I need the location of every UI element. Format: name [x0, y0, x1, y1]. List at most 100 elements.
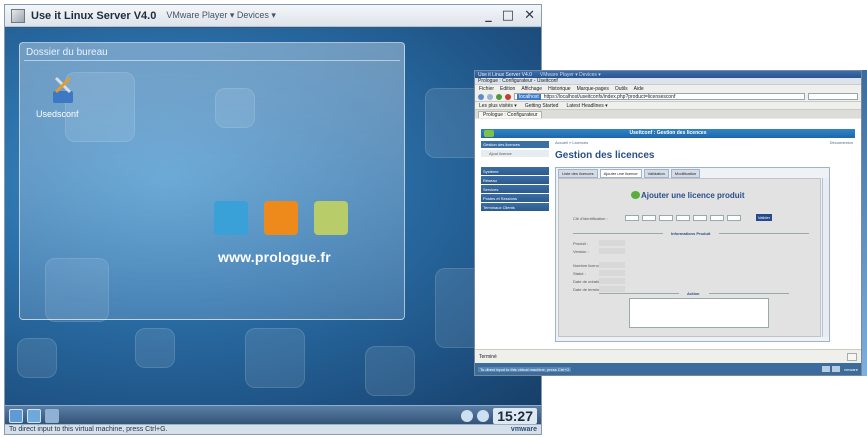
status-panel-icon — [847, 352, 857, 361]
logo-square-orange — [264, 201, 298, 235]
screenshot-root: Use it Linux Server V4.0 VMware Player ▾… — [0, 0, 867, 437]
power-icon[interactable] — [477, 410, 490, 422]
bookmark-getting-started[interactable]: Getting Started — [525, 103, 559, 109]
key-field-3[interactable] — [659, 215, 673, 221]
ff-titlebar: Use it Linux Server V4.0 VMware Player ▾… — [475, 71, 861, 78]
guest-desktop[interactable]: Dossier du bureau Usedsconf www.prologue… — [5, 28, 541, 405]
tools-icon[interactable] — [50, 75, 76, 105]
tab-validation[interactable]: Validation — [643, 169, 669, 178]
ff-menubar: Fichier Edition Affichage Historique Mar… — [475, 85, 861, 92]
vmware-title: Use it Linux Server V4.0 — [31, 9, 157, 22]
tray-icon[interactable] — [461, 410, 474, 422]
sidebar-subitem-add[interactable]: Ajout licence — [481, 150, 549, 157]
field-value-statut — [599, 270, 625, 276]
vmware-statusbar: To direct input to this virtual machine,… — [5, 424, 541, 434]
url-bar[interactable]: localhost https://localhost/useitconfs/i… — [514, 93, 805, 100]
app-header-title: Useitconf : Gestion des licences — [629, 130, 707, 136]
bookmark-latest-headlines[interactable]: Latest Headlines ▾ — [566, 103, 607, 109]
breadcrumb[interactable]: Accueil » Licences — [555, 140, 588, 145]
field-value-produit — [599, 240, 625, 246]
menu-marque-pages[interactable]: Marque-pages — [577, 86, 609, 92]
stop-icon[interactable] — [505, 93, 511, 100]
key-field-2[interactable] — [642, 215, 656, 221]
key-field-1[interactable] — [625, 215, 639, 221]
back-icon[interactable] — [478, 93, 484, 100]
sidebar-item-label: Postes et Sessions — [483, 195, 518, 201]
ff-page-title: Prologue : Configurateur - Useitconf — [478, 78, 558, 84]
ff-window-title: Use it Linux Server V4.0 — [478, 71, 532, 78]
validate-button[interactable]: Valider — [756, 214, 772, 221]
field-value-creation — [599, 278, 625, 284]
device-icon[interactable] — [821, 366, 830, 372]
sidebar-item-terminaux[interactable]: Terminaux Clients — [481, 203, 549, 211]
divider — [709, 293, 789, 294]
bookmark-most-visited[interactable]: Les plus visités ▾ — [479, 103, 517, 109]
vmware-window: Use it Linux Server V4.0 VMware Player ▾… — [4, 4, 542, 435]
desktop-icon-label: Usedsconf — [36, 109, 79, 119]
menu-fichier[interactable]: Fichier — [479, 86, 494, 92]
sidebar-item-licences[interactable]: Gestion des licences — [481, 141, 549, 148]
ff-window-menu[interactable]: VMware Player ▾ Devices ▾ — [540, 72, 601, 78]
folder-view-widget: Dossier du bureau Usedsconf www.prologue… — [19, 42, 405, 320]
menu-edition[interactable]: Edition — [500, 86, 515, 92]
forward-icon[interactable] — [487, 93, 493, 100]
key-field-7[interactable] — [727, 215, 741, 221]
panel-tabs: Liste des licences Ajouter une licence V… — [558, 169, 701, 178]
site-url: www.prologue.fr — [218, 249, 331, 265]
logout-link[interactable]: Déconnexion — [830, 140, 853, 145]
field-value-nombre — [599, 262, 625, 268]
desktop-switcher-icon[interactable] — [45, 409, 59, 423]
key-field-4[interactable] — [676, 215, 690, 221]
wallpaper-shape — [365, 346, 415, 396]
key-label: Clé d'identification : — [573, 216, 608, 221]
device-icon[interactable] — [831, 366, 840, 372]
tab-add[interactable]: Ajouter une licence — [599, 169, 642, 178]
logo-square-blue — [214, 201, 248, 235]
vm-status-text: To direct input to this virtual machine,… — [478, 366, 572, 372]
maximize-button[interactable]: □ — [502, 8, 514, 23]
sidebar-item-label: Terminaux Clients — [483, 204, 515, 210]
close-button[interactable]: ✕ — [524, 8, 535, 23]
section-product-info: Informations Produit — [671, 231, 711, 236]
key-field-5[interactable] — [693, 215, 707, 221]
vmware-menu[interactable]: VMware Player ▾ Devices ▾ — [166, 10, 276, 21]
sidebar-item-label: Ajout licence — [489, 151, 512, 156]
guest-taskbar: 15:27 — [5, 405, 541, 426]
field-label-version: Version : — [573, 249, 589, 254]
key-field-6[interactable] — [710, 215, 724, 221]
menu-aide[interactable]: Aide — [634, 86, 644, 92]
vm-statusbar-secondary: To direct input to this virtual machine,… — [475, 363, 861, 375]
sidebar-item-systeme[interactable]: Système — [481, 167, 549, 175]
file-manager-icon[interactable] — [27, 409, 41, 423]
clock: 15:27 — [493, 408, 537, 424]
menu-historique[interactable]: Historique — [548, 86, 571, 92]
firefox-window: Use it Linux Server V4.0 VMware Player ▾… — [474, 70, 862, 376]
menu-affichage[interactable]: Affichage — [521, 86, 542, 92]
tab-prologue[interactable]: Prologue : Configurateur — [478, 110, 543, 118]
tab-modification[interactable]: Modification — [670, 169, 701, 178]
sidebar-item-reseau[interactable]: Réseau — [481, 176, 549, 184]
url-text: https://localhost/useitconfs/index.php?p… — [543, 93, 676, 100]
menu-outils[interactable]: Outils — [615, 86, 628, 92]
reload-icon[interactable] — [496, 93, 502, 100]
vmware-app-icon — [11, 8, 25, 23]
sidebar-item-services[interactable]: Services — [481, 185, 549, 193]
tab-list[interactable]: Liste des licences — [558, 169, 598, 178]
licence-panel: Liste des licences Ajouter une licence V… — [555, 167, 830, 342]
field-value-terminaison — [599, 286, 625, 292]
app-sidebar: Gestion des licences Ajout licence Systè… — [481, 141, 549, 212]
action-textarea[interactable] — [629, 298, 769, 328]
vmware-logo: vmware — [843, 366, 858, 372]
search-input[interactable] — [808, 93, 858, 100]
minimize-button[interactable]: _ — [485, 8, 492, 23]
background-strip — [862, 70, 867, 376]
window-controls: _ □ ✕ — [485, 8, 535, 23]
page-title: Gestion des licences — [555, 150, 655, 161]
wallpaper-shape — [135, 328, 175, 368]
sidebar-item-label: Services — [483, 186, 499, 192]
add-product-icon — [631, 191, 640, 199]
divider — [24, 60, 400, 61]
start-menu-icon[interactable] — [9, 409, 23, 423]
sidebar-item-postes[interactable]: Postes et Sessions — [481, 194, 549, 202]
vertical-scrollbar[interactable] — [822, 178, 829, 337]
